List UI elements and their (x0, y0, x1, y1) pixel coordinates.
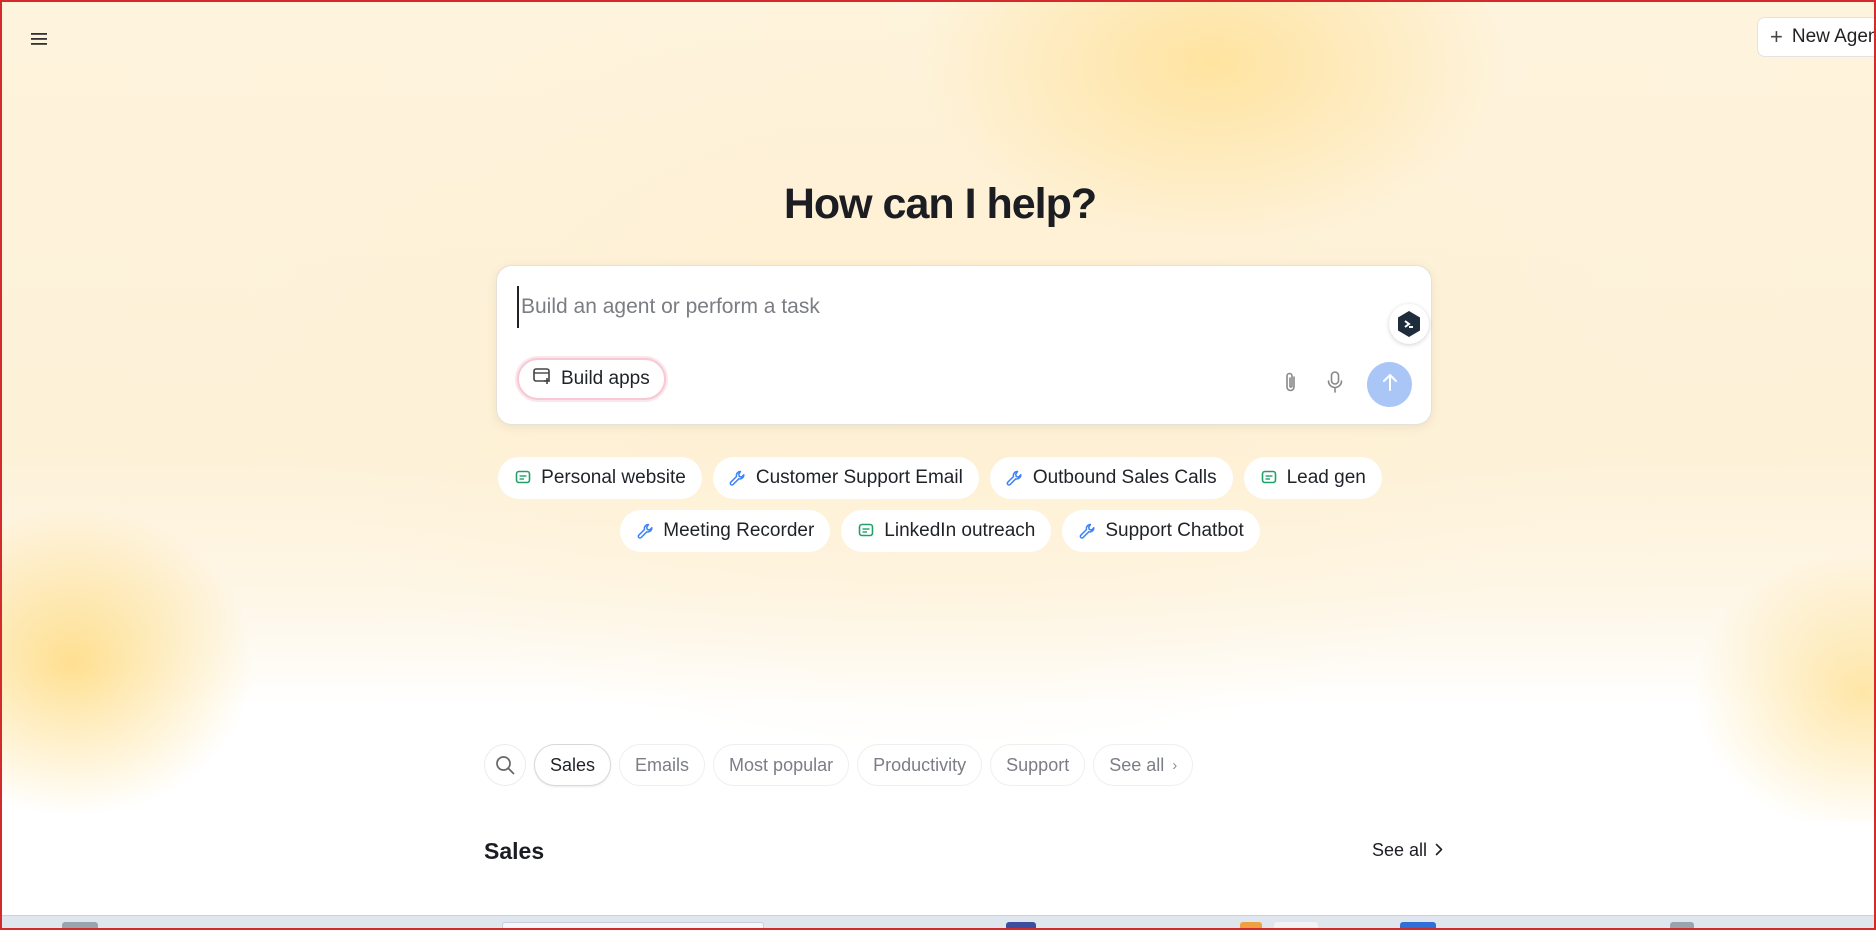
prompt-card: Build apps (496, 265, 1432, 425)
suggestion-label: Meeting Recorder (663, 520, 815, 541)
wrench-icon (1078, 522, 1096, 540)
suggestion-personal-website[interactable]: Personal website (498, 457, 702, 499)
build-apps-button[interactable]: Build apps (517, 358, 666, 400)
taskbar-weather-icon[interactable] (62, 922, 98, 928)
taskbar-app-icon[interactable] (1274, 922, 1318, 928)
suggestion-label: Outbound Sales Calls (1032, 467, 1217, 488)
category-see-all-label: See all (1109, 754, 1165, 775)
suggestion-label: Lead gen (1286, 467, 1366, 488)
taskbar-search-box[interactable] (502, 922, 764, 928)
prompt-input[interactable] (517, 286, 1343, 328)
category-tab-productivity[interactable]: Productivity (857, 744, 983, 786)
chat-bubble-icon (514, 469, 532, 487)
category-tab-sales[interactable]: Sales (534, 744, 612, 786)
section-see-all-link[interactable]: See all (1372, 840, 1443, 861)
chat-bubble-icon (857, 522, 875, 540)
search-icon[interactable] (484, 744, 526, 786)
new-agent-button[interactable]: + New Agen (1757, 17, 1876, 57)
suggestion-label: Customer Support Email (755, 467, 963, 488)
taskbar-tray-icon[interactable] (1670, 922, 1694, 928)
category-filter-bar: Sales Emails Most popular Productivity S… (484, 744, 1194, 786)
category-tab-support[interactable]: Support (990, 744, 1086, 786)
microphone-icon[interactable] (1323, 370, 1347, 394)
taskbar-app-icon[interactable] (1006, 922, 1036, 928)
build-apps-label: Build apps (561, 368, 650, 389)
category-see-all[interactable]: See all › (1093, 744, 1194, 786)
suggestion-outbound-sales-calls[interactable]: Outbound Sales Calls (989, 457, 1233, 499)
suggestion-linkedin-outreach[interactable]: LinkedIn outreach (841, 510, 1052, 552)
suggestions-row-2: Meeting Recorder LinkedIn outreach Suppo… (620, 510, 1260, 552)
suggestion-label: LinkedIn outreach (884, 520, 1036, 541)
category-tab-emails[interactable]: Emails (619, 744, 706, 786)
chevron-right-icon (1435, 840, 1443, 861)
wrench-icon (729, 469, 747, 487)
suggestions-row-1: Personal website Customer Support Email … (498, 457, 1382, 499)
suggestion-lead-gen[interactable]: Lead gen (1243, 457, 1382, 499)
chevron-right-icon: › (1172, 756, 1178, 774)
suggestion-label: Support Chatbot (1105, 520, 1244, 541)
section-title: Sales (484, 838, 545, 864)
app-badge-icon[interactable] (1389, 304, 1429, 344)
plus-icon: + (1770, 24, 1783, 49)
suggestion-label: Personal website (541, 467, 686, 488)
taskbar-app-icon[interactable] (1240, 922, 1262, 928)
paperclip-icon[interactable] (1279, 370, 1303, 394)
section-see-all-label: See all (1372, 840, 1428, 860)
page-title: How can I help? (783, 180, 1097, 228)
wrench-icon (636, 522, 654, 540)
os-taskbar (2, 915, 1874, 928)
app-window: + New Agen How can I help? Build apps (0, 0, 1876, 930)
chat-bubble-icon (1260, 469, 1278, 487)
build-apps-icon (533, 367, 553, 391)
suggestion-customer-support-email[interactable]: Customer Support Email (712, 457, 979, 499)
send-button[interactable] (1367, 362, 1412, 407)
new-agent-label: New Agen (1791, 26, 1876, 47)
suggestion-meeting-recorder[interactable]: Meeting Recorder (620, 510, 831, 552)
taskbar-app-icon[interactable] (1400, 922, 1436, 928)
suggestions: Personal website Customer Support Email … (2, 457, 1874, 552)
arrow-up-icon (1381, 372, 1399, 397)
category-tab-most-popular[interactable]: Most popular (713, 744, 850, 786)
suggestion-support-chatbot[interactable]: Support Chatbot (1062, 510, 1260, 552)
hamburger-menu-icon[interactable] (24, 24, 54, 54)
wrench-icon (1006, 469, 1024, 487)
